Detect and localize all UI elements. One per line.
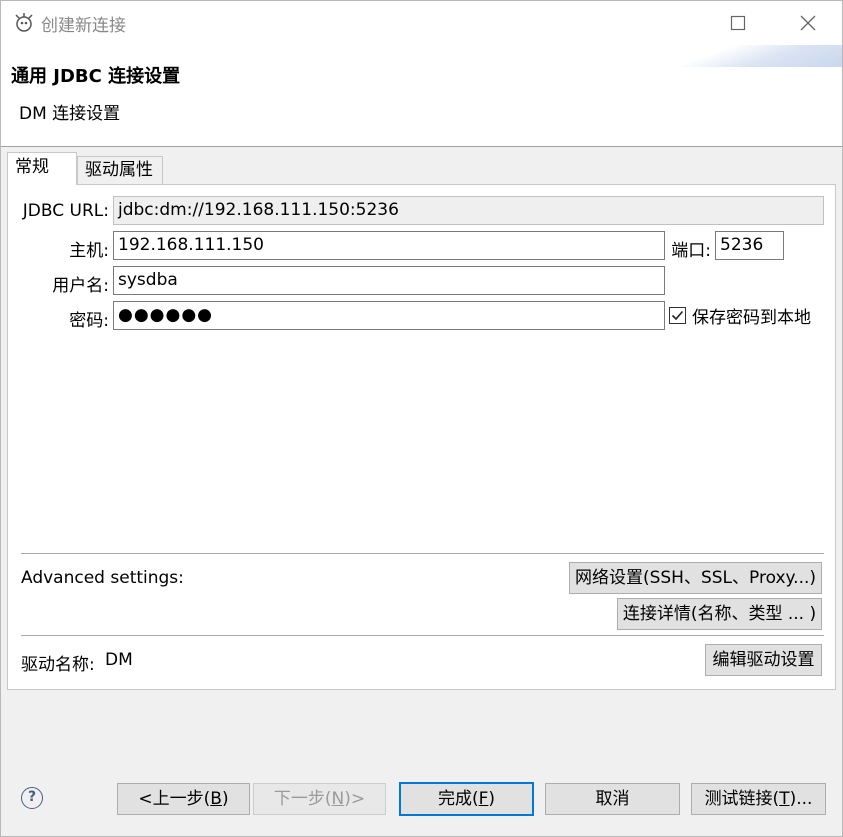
network-settings-button[interactable]: 网络设置(SSH、SSL、Proxy...) <box>569 562 822 594</box>
password-input[interactable]: ●●●●●● <box>113 301 665 330</box>
test-connection-button[interactable]: 测试链接(T)... <box>691 783 826 815</box>
driver-separator <box>21 635 824 636</box>
finish-button-suffix: ) <box>488 789 496 809</box>
next-button-key: N <box>331 789 345 809</box>
cancel-button[interactable]: 取消 <box>545 783 680 815</box>
driver-name-label: 驱动名称: <box>21 655 95 675</box>
finish-button[interactable]: 完成(F) <box>399 782 534 816</box>
edit-driver-button[interactable]: 编辑驱动设置 <box>705 644 822 676</box>
wizard-header: 通用 JDBC 连接设置 DM 连接设置 <box>1 45 842 147</box>
next-button-text: 下一步( <box>273 789 332 809</box>
port-label: 端口: <box>671 241 711 261</box>
test-button-suffix: )... <box>789 789 813 809</box>
save-password-label: 保存密码到本地 <box>692 308 811 328</box>
back-button-suffix: ) <box>221 789 229 809</box>
minimize-icon[interactable] <box>674 1 720 45</box>
tab-general[interactable]: 常规 <box>7 152 77 185</box>
username-label: 用户名: <box>52 276 109 296</box>
back-button[interactable]: <上一步(B) <box>117 783 250 815</box>
test-button-key: T <box>779 789 790 809</box>
host-input[interactable]: 192.168.111.150 <box>113 231 665 260</box>
help-icon[interactable]: ? <box>21 787 43 809</box>
window-title: 创建新连接 <box>41 16 126 36</box>
dialog-window: 创建新连接 通用 JDBC 连接设置 DM 连接设置 常规 驱动属性 JDBC … <box>0 0 843 837</box>
finish-button-text: 完成( <box>437 789 479 809</box>
test-button-text: 测试链接( <box>704 789 780 809</box>
header-banner-decoration <box>662 45 842 67</box>
page-title: 通用 JDBC 连接设置 <box>11 66 181 87</box>
save-password-checkbox[interactable] <box>669 307 686 324</box>
next-button[interactable]: 下一步(N)> <box>253 783 386 815</box>
back-button-text: <上一步( <box>138 789 211 809</box>
connection-details-button[interactable]: 连接详情(名称、类型 ... ) <box>617 598 822 630</box>
advanced-separator <box>21 553 824 554</box>
driver-name-value: DM <box>105 650 133 670</box>
app-logo-icon <box>15 13 33 32</box>
title-bar[interactable]: 创建新连接 <box>1 1 842 45</box>
tab-driver-properties[interactable]: 驱动属性 <box>77 156 163 184</box>
jdbc-url-label: JDBC URL: <box>22 201 109 221</box>
page-subtitle: DM 连接设置 <box>19 104 121 124</box>
maximize-icon[interactable] <box>715 1 761 45</box>
jdbc-url-field[interactable]: jdbc:dm://192.168.111.150:5236 <box>113 196 824 225</box>
close-icon[interactable] <box>785 1 831 45</box>
port-input[interactable]: 5236 <box>715 231 784 260</box>
back-button-key: B <box>210 789 222 809</box>
username-input[interactable]: sysdba <box>113 266 665 295</box>
host-label: 主机: <box>69 241 109 261</box>
save-password-option[interactable]: 保存密码到本地 <box>669 303 811 328</box>
finish-button-key: F <box>478 789 489 809</box>
advanced-settings-label: Advanced settings: <box>21 568 184 588</box>
next-button-suffix: )> <box>344 789 366 809</box>
password-label: 密码: <box>69 311 109 331</box>
